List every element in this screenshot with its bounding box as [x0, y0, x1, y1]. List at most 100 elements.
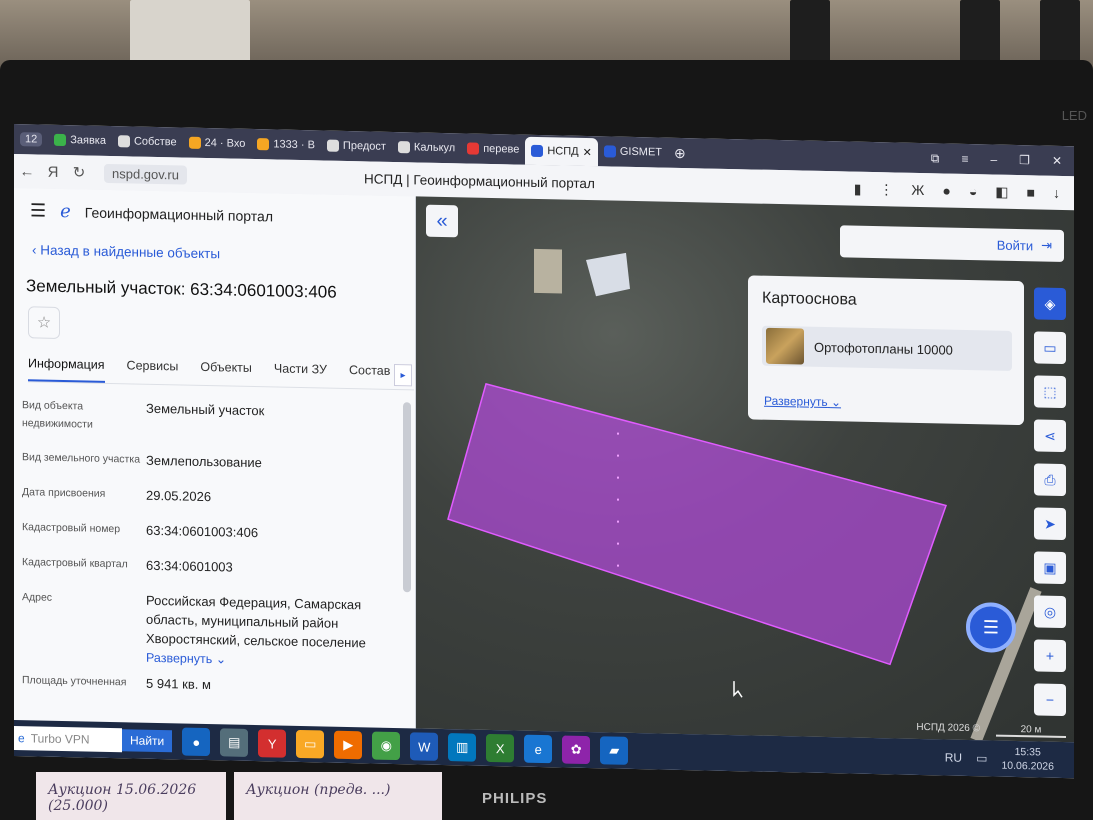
tab-objects[interactable]: Объекты	[200, 360, 252, 386]
tab-info[interactable]: Информация	[28, 356, 105, 383]
monitor-brand: PHILIPS	[482, 790, 548, 807]
tab-8[interactable]: GISMET	[598, 139, 668, 164]
search-location-icon[interactable]: ◎	[1034, 595, 1066, 629]
menu-icon[interactable]: ≡	[961, 151, 968, 166]
tab-services[interactable]: Сервисы	[127, 358, 179, 384]
collapse-panel-icon[interactable]: «	[426, 204, 458, 238]
tab-counter[interactable]: 12	[14, 127, 48, 152]
back-link[interactable]: ‹ Назад в найденные объекты	[32, 242, 220, 261]
globe-icon	[326, 139, 339, 152]
layers-icon[interactable]: ◈	[1034, 287, 1066, 321]
extension-icon[interactable]: ◒	[969, 183, 977, 200]
attr-row: Кадастровый номер 63:34:0601003:406	[22, 518, 406, 545]
scale-bar: 20 м	[996, 723, 1066, 739]
tab-composition[interactable]: Состав	[349, 363, 390, 389]
object-title: Земельный участок: 63:34:0601003:406	[26, 276, 337, 302]
hamburger-icon[interactable]: ☰	[30, 200, 46, 221]
share-icon[interactable]: ⋖	[1034, 419, 1066, 453]
internet-explorer-icon[interactable]: e	[524, 734, 553, 764]
object-tabs: Информация Сервисы Объекты Части ЗУ Сост…	[28, 356, 414, 391]
tab-2[interactable]: 24 · Вхо	[183, 131, 252, 156]
expand-link[interactable]: Развернуть ⌄	[146, 651, 226, 667]
attr-row: Кадастровый квартал 63:34:0601003	[22, 553, 406, 580]
close-window-icon[interactable]: ✕	[1052, 153, 1062, 168]
favorite-star-icon[interactable]: ☆	[28, 306, 60, 339]
find-button[interactable]: Найти	[122, 729, 173, 753]
new-tab-button[interactable]: ⊕	[668, 141, 692, 165]
ie-icon: e	[18, 731, 25, 746]
reload-icon[interactable]: ↻	[66, 163, 92, 182]
folder-icon[interactable]: ▭	[296, 729, 325, 759]
scrollbar[interactable]	[403, 402, 411, 593]
download-icon[interactable]: ↓	[1053, 184, 1060, 201]
zoom-out-icon[interactable]: −	[1034, 683, 1066, 717]
yandex-browser-icon[interactable]: Y	[258, 729, 287, 758]
back-icon[interactable]: ←	[14, 163, 40, 181]
basemap-expand-link[interactable]: Развернуть ⌄	[764, 394, 841, 410]
colorful-app-icon[interactable]: ✿	[562, 735, 591, 765]
portal-name: Геоинформационный портал	[84, 203, 273, 224]
more-icon[interactable]: ⋮	[879, 181, 893, 198]
tab-6[interactable]: переве	[461, 136, 525, 161]
bookmark-icon[interactable]: ▮	[854, 180, 862, 197]
url-field[interactable]: nspd.gov.ru	[104, 163, 187, 185]
ruler-icon[interactable]: ▭	[1034, 331, 1066, 365]
extension-icon[interactable]: ●	[942, 182, 950, 199]
basemap-panel: Картооснова Ортофотопланы 10000 Разверну…	[748, 275, 1024, 426]
attr-row: Вид объекта недвижимости Земельный участо…	[22, 396, 406, 440]
orthophoto-thumbnail	[766, 327, 804, 365]
word-icon[interactable]: W	[410, 732, 439, 761]
taskbar-search-input[interactable]: e Turbo VPN	[14, 726, 122, 753]
tabs-next-icon[interactable]: ▸	[394, 363, 412, 387]
attr-row: Дата присвоения 29.05.2026	[22, 483, 406, 510]
minimize-icon[interactable]: –	[990, 152, 997, 167]
map-view[interactable]: « Войти ⇥ Картооснова Ортофотопланы 10000…	[416, 196, 1074, 743]
chat-icon[interactable]: ☰	[966, 601, 1016, 653]
attribute-list: Вид объекта недвижимости Земельный участо…	[22, 396, 406, 714]
tab-5[interactable]: Калькул	[392, 135, 461, 160]
attr-value: Земельный участок	[146, 400, 265, 419]
attr-key: Дата присвоения	[22, 486, 106, 500]
tab-0[interactable]: Заявка	[48, 128, 112, 153]
window-controls: ⧉ ≡ – ❐ ✕	[931, 151, 1074, 169]
login-button[interactable]: Войти ⇥	[840, 225, 1064, 262]
gismet-icon	[603, 145, 616, 158]
close-icon[interactable]: ✕	[583, 145, 592, 158]
network-icon[interactable]: ▭	[976, 751, 987, 765]
attr-row: Площадь уточненная 5 941 кв. м	[22, 671, 406, 698]
start-orb-icon[interactable]: ●	[182, 727, 211, 757]
extension-icon[interactable]: Ж	[911, 181, 924, 198]
attr-key: Кадастровый квартал	[22, 556, 128, 571]
tab-4[interactable]: Предост	[321, 133, 392, 158]
attr-value: Российская Федерация, Самарская область,…	[146, 592, 366, 651]
excel-icon[interactable]: X	[486, 733, 515, 763]
sticky-note: Аукцион (предв. ...)	[234, 772, 442, 820]
extension-icon[interactable]: ◧	[995, 183, 1008, 200]
tab-3[interactable]: 1333 · В	[251, 132, 321, 157]
yandex-icon[interactable]: Я	[40, 163, 66, 181]
restore-icon[interactable]: ❐	[1019, 153, 1030, 168]
chrome-icon[interactable]: ◉	[372, 731, 401, 761]
select-area-icon[interactable]: ⬚	[1034, 375, 1066, 409]
extension-icon[interactable]: ■	[1027, 184, 1035, 201]
chevron-down-icon: ⌄	[830, 395, 842, 410]
media-player-icon[interactable]: ▶	[334, 730, 363, 760]
zoom-in-icon[interactable]: +	[1034, 639, 1066, 673]
print-icon[interactable]: ⎙	[1034, 463, 1066, 497]
tabs-icon[interactable]: ⧉	[931, 151, 940, 166]
locate-icon[interactable]: ➤	[1034, 507, 1066, 541]
tab-1[interactable]: Собстве	[112, 129, 183, 154]
tab-7-active[interactable]: НСПД ✕	[525, 136, 598, 167]
attr-key: Вид земельного участка	[22, 451, 141, 466]
land-parcel[interactable]	[447, 382, 947, 666]
tab-parts[interactable]: Части ЗУ	[274, 361, 327, 387]
calculator-icon	[397, 141, 410, 154]
binder	[1040, 0, 1080, 64]
clock[interactable]: 15:35 10.06.2026	[1001, 745, 1054, 774]
scanner-icon[interactable]: ▤	[220, 728, 249, 757]
language-indicator[interactable]: RU	[945, 750, 962, 764]
basemap-item[interactable]: Ортофотопланы 10000	[762, 325, 1012, 371]
minimap-icon[interactable]: ▣	[1034, 551, 1066, 585]
app-icon[interactable]: ▰	[600, 736, 629, 765]
app-icon[interactable]: ▥	[448, 733, 477, 762]
